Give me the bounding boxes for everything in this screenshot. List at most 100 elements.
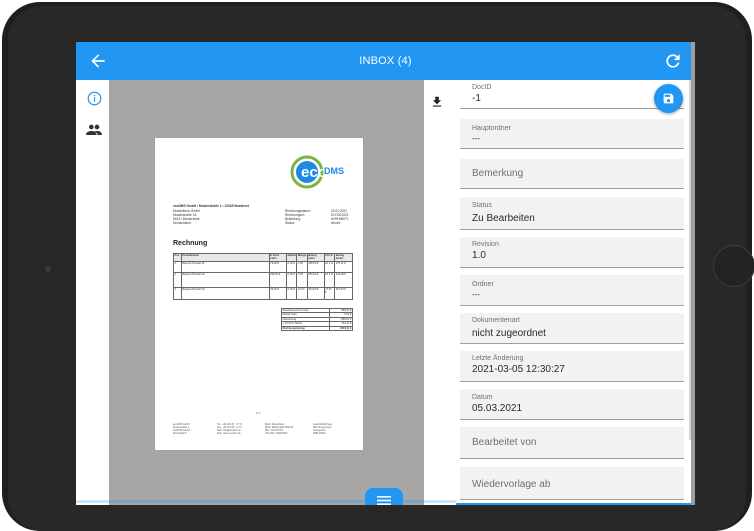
table-cell: 304,00 €	[306, 286, 325, 300]
download-icon[interactable]	[430, 95, 444, 109]
field-placeholder: Bemerkung	[472, 168, 524, 179]
table-cell: 2,00	[296, 271, 308, 288]
recipient-line: Deutschland	[173, 221, 191, 225]
table-header-row: Pos. Produktname E-Preis netto Rabatt Me…	[173, 253, 353, 262]
save-button[interactable]	[654, 84, 683, 113]
table-row: 2 Beispiel Produkt 02 328,00 € 0,00 € 2,…	[173, 271, 353, 288]
bearbeitet-von-field[interactable]: Bearbeitet von	[460, 427, 684, 459]
field-label: Letzte Änderung	[472, 355, 524, 362]
logo-letter: eco	[301, 164, 327, 181]
invoice-table: Pos. Produktname E-Preis netto Rabatt Me…	[173, 253, 353, 300]
viewer-toolbar	[424, 80, 456, 505]
revision-field[interactable]: Revision 1.0	[460, 237, 684, 268]
bemerkung-field[interactable]: Bemerkung	[460, 159, 684, 189]
footer-column: ecoDMS GmbH Musterstraße 1 12345 Mustero…	[173, 423, 191, 435]
field-label: Hauptordner	[472, 125, 511, 132]
field-value: nicht zugeordnet	[472, 328, 546, 339]
letzte-aenderung-field[interactable]: Letzte Änderung 2021-03-05 12:30:27	[460, 351, 684, 382]
field-label: DocID	[472, 84, 492, 91]
refresh-icon[interactable]	[663, 51, 683, 71]
table-cell: 357,50 €	[334, 286, 353, 300]
sender-line: ecoDMS GmbH • Musterstraße 1 • 12345 Mus…	[173, 204, 249, 208]
datum-field[interactable]: Datum 05.03.2021	[460, 389, 684, 420]
meta-value: Neuerl	[331, 221, 341, 225]
table-cell: 2,00	[296, 260, 308, 273]
info-icon[interactable]	[87, 91, 102, 106]
table-cell: 2	[173, 271, 182, 288]
docid-field[interactable]: DocID -1	[460, 80, 684, 109]
footer-column: Geschäftsführung Max Mustermann Amtsgeri…	[313, 423, 332, 435]
app-bar: INBOX (4)	[76, 42, 695, 80]
app-screen: INBOX (4) eco DMS ecoDMS GmbH • Musterst…	[76, 42, 695, 505]
side-rail	[76, 80, 109, 505]
table-cell: 175,11 €	[334, 260, 353, 273]
field-value: Zu Bearbeiten	[472, 213, 535, 224]
ecodms-logo: eco DMS	[287, 152, 353, 190]
table-cell: Beispiel Produkt 02	[180, 271, 270, 288]
page-title: INBOX (4)	[359, 55, 412, 67]
field-label: Dokumentenart	[472, 317, 520, 324]
totals-label: Rechnungsbetrag	[281, 325, 330, 332]
table-cell: 0,00 €	[286, 286, 298, 300]
field-value: 05.03.2021	[472, 403, 523, 414]
table-cell: 12,00	[296, 286, 308, 300]
document-viewer[interactable]: eco DMS ecoDMS GmbH • Musterstraße 1 • 1…	[109, 80, 456, 505]
field-value: ---	[472, 134, 480, 143]
table-cell: 39,00 €	[268, 286, 288, 300]
column-header: USt %	[323, 253, 336, 262]
camera-dot	[45, 266, 51, 272]
totals-table: Zwischensumme netto 868,00 € Rabatt netto…	[281, 307, 354, 332]
table-row: 3 Beispiel Produkt 03 39,00 € 0,00 € 12,…	[173, 286, 353, 300]
people-icon[interactable]	[86, 123, 102, 135]
bottom-menu-tab[interactable]	[365, 488, 403, 505]
document-heading: Rechnung	[173, 240, 208, 247]
table-cell: 3	[173, 286, 182, 300]
save-icon	[663, 93, 674, 104]
field-value: ---	[472, 290, 480, 299]
panel-bottom-bar	[456, 503, 695, 505]
field-placeholder: Wiedervorlage ab	[472, 479, 551, 490]
screen-edge-bar	[691, 42, 695, 505]
totals-value: 1003,11 €	[328, 325, 354, 332]
document-page: eco DMS ecoDMS GmbH • Musterstraße 1 • 1…	[155, 138, 363, 450]
field-value: 2021-03-05 12:30:27	[472, 364, 565, 375]
metadata-panel: DocID -1 Hauptordner --- Bemerkung Statu…	[456, 80, 695, 505]
table-cell: Beispiel Produkt 01	[180, 260, 270, 273]
menu-icon[interactable]	[377, 492, 391, 505]
table-cell: 328,00 €	[268, 271, 288, 288]
footer-column: Bank: Musterbank IBAN: DE00 0000 0000 00…	[265, 423, 294, 435]
dokumentenart-field[interactable]: Dokumentenart nicht zugeordnet	[460, 313, 684, 344]
table-cell: 0,00 €	[286, 271, 298, 288]
table-cell: Beispiel Produkt 03	[180, 286, 270, 300]
field-label: Datum	[472, 394, 493, 401]
page-number: 1/1	[256, 411, 261, 415]
home-button[interactable]	[713, 245, 754, 287]
table-cell: 158,00 €	[306, 260, 325, 273]
column-header: Rabatt	[286, 253, 298, 262]
ordner-field[interactable]: Ordner ---	[460, 275, 684, 306]
field-placeholder: Bearbeitet von	[472, 437, 537, 448]
status-field[interactable]: Status Zu Bearbeiten	[460, 197, 684, 230]
table-cell: 333,28 €	[334, 271, 353, 288]
column-header: Produktname	[180, 253, 270, 262]
table-cell: 79,00 €	[268, 260, 288, 273]
meta-label: Status:	[285, 221, 295, 225]
hauptordner-field[interactable]: Hauptordner ---	[460, 119, 684, 149]
table-cell: 47,50 €	[323, 286, 336, 300]
column-header: Betrag brutto	[334, 253, 353, 262]
footer-column: Tel.: +49 123 45 - 6 7 8 Fax: +49 123 45…	[217, 423, 242, 435]
column-header: Menge	[296, 253, 308, 262]
field-label: Status	[472, 202, 492, 209]
column-header: Betrag netto	[306, 253, 325, 262]
wiedervorlage-field[interactable]: Wiedervorlage ab	[460, 467, 684, 500]
table-cell: 1	[173, 260, 182, 273]
field-label: Ordner	[472, 281, 494, 288]
field-label: Revision	[472, 241, 499, 248]
field-value: -1	[472, 93, 481, 104]
logo-suffix: DMS	[324, 166, 344, 176]
column-header: E-Preis netto	[268, 253, 288, 262]
table-cell: 16,1 %	[323, 260, 336, 273]
totals-row: Rechnungsbetrag 1003,11 €	[281, 325, 354, 332]
table-cell: 656,00 €	[306, 271, 325, 288]
table-cell: 16,1 %	[323, 271, 336, 288]
